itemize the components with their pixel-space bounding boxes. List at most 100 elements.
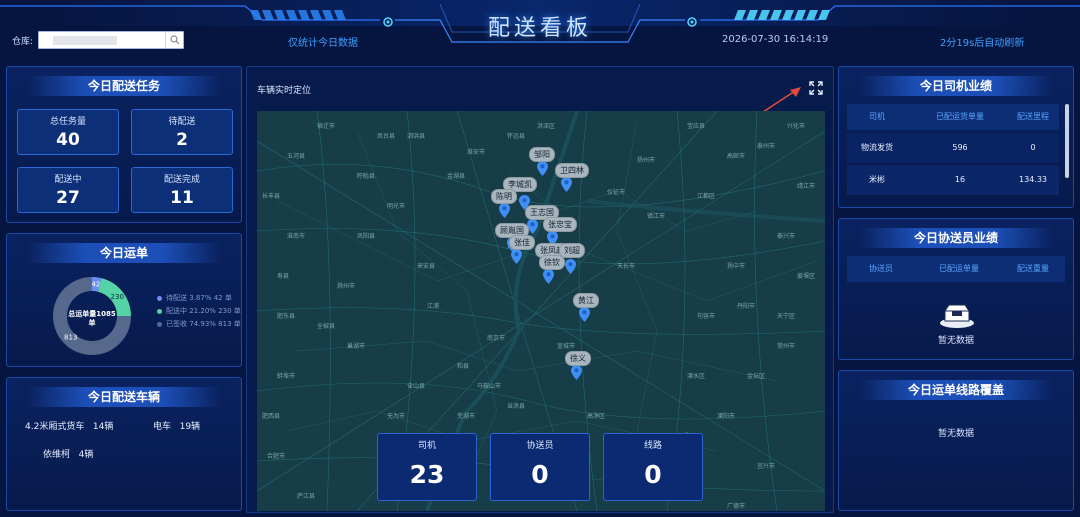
stat-card-assistants: 协送员 0 [490, 433, 590, 501]
table-cell: 物流发货 [861, 143, 893, 152]
legend-name: 配送中 [166, 307, 187, 315]
task-label: 配送中 [54, 175, 82, 185]
table-cell: 134.33 [1019, 175, 1047, 184]
column-header: 已配运货单量 [936, 112, 984, 121]
driver-name-tag[interactable]: 徐钦 [539, 255, 565, 270]
map-panel: 车辆实时定位 宿迁市 淮安市 扬州市 泰州市 镇江市 常州市 南京市 马鞍山市 … [246, 66, 834, 513]
auto-refresh-countdown: 2分19s后自动刷新 [940, 38, 1025, 49]
vehicle-pin-icon[interactable] [571, 365, 582, 380]
vehicle-pin-icon[interactable] [561, 177, 572, 192]
stat-label: 协送员 [526, 441, 554, 451]
map-city-label: 和县 [457, 363, 470, 370]
fullscreen-icon[interactable] [809, 81, 823, 95]
map-city-label: 江浦 [427, 303, 440, 310]
warehouse-select[interactable] [38, 31, 184, 49]
task-panel-title: 今日配送任务 [27, 76, 221, 96]
driver-name-tag[interactable]: 徐义 [565, 351, 591, 366]
table-scrollbar[interactable] [1065, 104, 1069, 178]
map-city-label: 滁州市 [337, 283, 356, 290]
driver-name-tag[interactable]: 卫四林 [555, 163, 589, 178]
map-city-label: 马鞍山市 [477, 383, 502, 390]
vehicle-pin-icon[interactable] [499, 203, 510, 218]
vehicle-item: 4.2米厢式货车 14辆 [25, 419, 113, 432]
map-city-label: 镇江市 [647, 213, 666, 220]
map-city-label: 五河县 [287, 153, 306, 160]
vehicle-pin-icon[interactable] [543, 269, 554, 284]
donut-slice-label: 230 [111, 293, 124, 301]
task-label: 待配送 [168, 117, 196, 127]
driver-name-tag[interactable]: 邹阳 [529, 147, 555, 162]
map-city-label: 江都区 [697, 193, 716, 200]
map-city-label: 金坛区 [747, 373, 766, 380]
driver-name-tag[interactable]: 黄江 [573, 293, 599, 308]
column-header: 协送员 [869, 264, 893, 273]
assistant-table-header: 协送员 已配运单量 配送重量 [847, 256, 1065, 282]
header: 配送看板 仓库: 仅统计今日数据 2026-07-30 16:14:19 2分1… [0, 0, 1080, 60]
empty-state-text: 暂无数据 [937, 336, 974, 346]
task-panel: 今日配送任务 总任务量 40 待配送 2 配送中 27 配送完成 11 [6, 66, 242, 223]
route-coverage-title: 今日运单线路覆盖 [859, 380, 1053, 400]
column-header: 配送里程 [1017, 112, 1049, 121]
vehicle-pin-icon[interactable] [511, 249, 522, 264]
assistant-performance-title: 今日协送员业绩 [859, 228, 1053, 248]
map-city-label: 芜湖市 [457, 413, 476, 420]
driver-name-tag[interactable]: 张佳 [509, 235, 535, 250]
driver-name-tag[interactable]: 陈明 [491, 189, 517, 204]
map-city-label: 广德市 [727, 503, 746, 510]
vehicle-pin-icon[interactable] [579, 307, 590, 322]
donut-center-label: 总运单量1085单 [68, 310, 116, 327]
vehicle-item: 电车 19辆 [153, 419, 200, 432]
task-label: 配送完成 [163, 175, 200, 185]
map-city-label: 无为市 [387, 413, 406, 420]
stat-label: 线路 [643, 441, 662, 451]
map-city-label: 宿迁市 [317, 123, 336, 130]
task-card-total: 总任务量 40 [17, 109, 119, 155]
search-icon[interactable] [165, 32, 183, 48]
map-city-label: 寿县 [277, 273, 290, 280]
legend-in-progress: 配送中 21.20% 230 单 [157, 306, 241, 316]
waybill-panel: 今日运单 42 230 813 总运单量1085单 待配送 3.87% 42 单 配… [6, 233, 242, 367]
map-city-label: 兴化市 [787, 123, 806, 130]
map-city-label: 溧阳市 [717, 413, 736, 420]
map-city-label: 合肥市 [267, 453, 286, 460]
map-city-label: 淮南市 [287, 233, 306, 240]
current-datetime: 2026-07-30 16:14:19 [722, 34, 829, 45]
map-city-label: 天宁区 [777, 313, 796, 320]
map-city-label: 南京市 [487, 335, 506, 342]
stat-scope-text: 仅统计今日数据 [288, 38, 358, 49]
map-city-label: 庐江县 [297, 493, 316, 500]
map-city-label: 金湖县 [447, 173, 466, 180]
task-label: 总任务量 [49, 117, 86, 127]
column-header: 配送重量 [1017, 264, 1049, 273]
map-city-label: 高邮市 [727, 153, 746, 160]
vehicle-map[interactable]: 宿迁市 淮安市 扬州市 泰州市 镇江市 常州市 南京市 马鞍山市 芜湖市 滁州市 蚌埠市 宣城市 合肥市… [257, 111, 825, 511]
vehicle-pin-icon[interactable] [565, 259, 576, 274]
map-city-label: 泰兴市 [777, 233, 796, 240]
map-city-label: 凤台县 [377, 133, 396, 140]
page-title: 配送看板 [487, 16, 592, 41]
map-title: 车辆实时定位 [257, 86, 312, 96]
driver-name-tag[interactable]: 张忠宝 [543, 217, 577, 232]
legend-percent: 3.87% [189, 294, 212, 302]
map-city-label: 宣城市 [557, 343, 576, 350]
map-city-label: 常州市 [777, 343, 796, 350]
legend-name: 已签收 [166, 320, 187, 328]
route-coverage-panel: 今日运单线路覆盖 暂无数据 [838, 370, 1074, 511]
map-city-label: 仪征市 [607, 189, 626, 196]
map-city-label: 来安县 [417, 263, 436, 270]
driver-performance-title: 今日司机业绩 [859, 76, 1053, 96]
vehicle-name: 电车 [153, 422, 172, 432]
vehicle-item: 依维柯 4辆 [43, 447, 93, 460]
vehicle-count: 19辆 [179, 422, 201, 432]
task-card-in-progress: 配送中 27 [17, 167, 119, 213]
legend-pending: 待配送 3.87% 42 单 [157, 293, 232, 303]
map-city-label: 凤阳县 [357, 233, 376, 240]
donut-slice-label: 813 [64, 334, 77, 342]
map-city-label: 含山县 [407, 383, 426, 390]
donut-slice-label: 42 [91, 281, 100, 289]
driver-name-tag[interactable]: 刘超 [559, 243, 585, 258]
task-value: 27 [56, 188, 80, 208]
map-city-label: 盱眙县 [357, 173, 376, 180]
warehouse-value [53, 36, 117, 45]
vehicle-pin-icon[interactable] [537, 161, 548, 176]
